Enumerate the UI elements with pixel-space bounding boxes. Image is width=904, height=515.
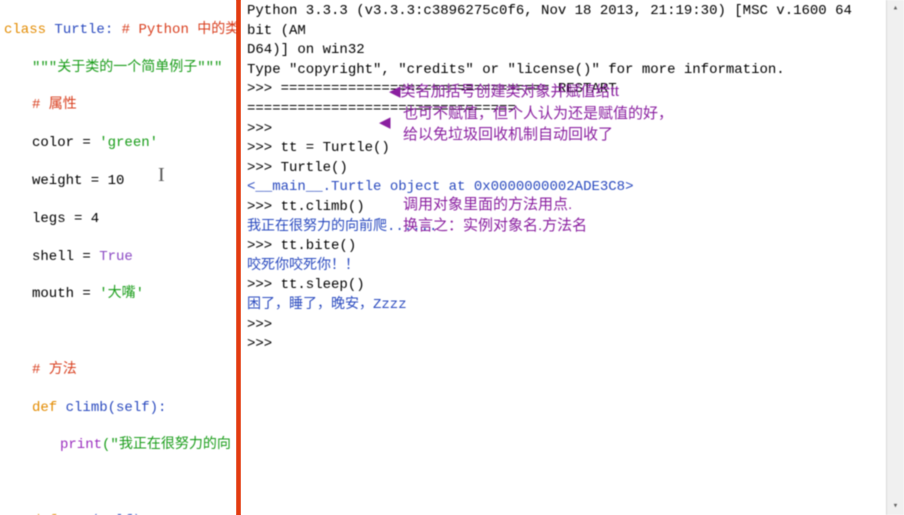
annotation-1: ◀类名加括号创建类对象并赋值给tt xyxy=(389,82,619,102)
repr-body: .Turtle object at 0x0000000002ADE3C8 xyxy=(323,179,625,195)
method-climb: climb(self): xyxy=(66,400,167,416)
attr-mouth-rhs: '大嘴' xyxy=(99,286,144,302)
shell-header-line3: Type "copyright", "credits" or "license(… xyxy=(247,61,884,81)
text-cursor-icon: I xyxy=(158,162,165,189)
out-bite: 咬死你咬死你！！ xyxy=(247,257,884,277)
arrow-icon: ◀ xyxy=(379,113,391,133)
comment-methods: # 方法 xyxy=(4,361,232,380)
comment-class: # Python 中的类 xyxy=(122,22,236,38)
annotation-4: 调用对象里面的方法用点. xyxy=(403,195,572,215)
line-sleep-call: >>> tt.sleep() xyxy=(247,276,884,296)
scrollbar[interactable]: ▴ ▾ xyxy=(886,0,904,515)
docstring: """关于类的一个简单例子""" xyxy=(4,59,232,78)
attr-mouth-lhs: mouth = xyxy=(32,286,99,302)
kw-class: class xyxy=(4,22,54,38)
scroll-up-icon[interactable]: ▴ xyxy=(887,0,904,17)
code-editor-pane[interactable]: class Turtle: # Python 中的类 """关于类的一个简单例子… xyxy=(0,0,236,515)
class-name: Turtle: xyxy=(54,22,121,38)
annotation-5: 换言之：实例对象名.方法名 xyxy=(403,216,587,236)
comment-attrs: # 属性 xyxy=(4,96,232,115)
python-shell-pane[interactable]: Python 3.3.3 (v3.3.3:c3896275c0f6, Nov 1… xyxy=(241,0,904,515)
shell-header-line1: Python 3.3.3 (v3.3.3:c3896275c0f6, Nov 1… xyxy=(247,2,884,41)
shell-header-line2: D64)] on win32 xyxy=(247,41,884,61)
print-arg-climb: ("我正在很努力的向 xyxy=(102,437,231,453)
annotation-arrow-2: ◀ xyxy=(379,113,391,133)
kw-def: def xyxy=(32,400,66,416)
prompt-empty3: >>> xyxy=(247,335,884,355)
scroll-down-icon[interactable]: ▾ xyxy=(887,498,904,515)
out-sleep: 困了，睡了，晚安，Zzzz xyxy=(247,296,884,316)
attr-shell-rhs: True xyxy=(99,249,133,265)
attr-legs: legs = 4 xyxy=(4,210,232,229)
line-turtle-call: >>> Turtle() xyxy=(247,159,884,179)
print-fn: print xyxy=(60,437,102,453)
attr-weight: weight = 10 xyxy=(4,172,232,191)
annotation-2: 也可不赋值，但个人认为还是赋值的好， xyxy=(403,104,673,124)
prompt-empty2: >>> xyxy=(247,316,884,336)
attr-color-lhs: color = xyxy=(32,135,99,151)
repr-gt: > xyxy=(625,179,633,195)
annotation-3: 给以免垃圾回收机制自动回收了 xyxy=(403,125,613,145)
repr-main: __main__ xyxy=(255,179,322,195)
attr-shell-lhs: shell = xyxy=(32,249,99,265)
attr-color-rhs: 'green' xyxy=(99,135,158,151)
prompt: >>> xyxy=(247,81,281,97)
arrow-icon: ◀ xyxy=(389,82,401,102)
line-bite-call: >>> tt.bite() xyxy=(247,237,884,257)
